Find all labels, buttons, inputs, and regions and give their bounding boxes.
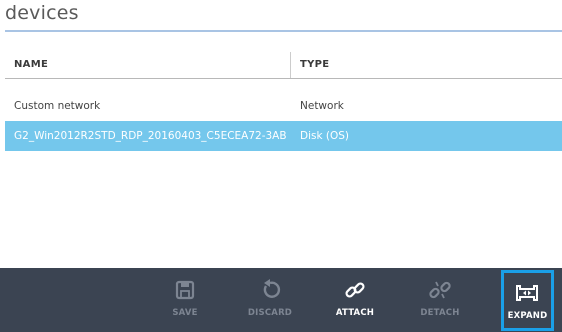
link-icon xyxy=(343,278,367,302)
discard-label: DISCARD xyxy=(247,308,293,318)
column-header-name[interactable]: NAME xyxy=(14,59,48,70)
title-divider xyxy=(5,30,562,32)
devices-page: devices NAME TYPE Custom network Network… xyxy=(0,0,562,332)
row-name-cell: G2_Win2012R2STD_RDP_20160403_C5ECEA72-3A… xyxy=(14,130,286,142)
detach-label: DETACH xyxy=(420,308,460,318)
table-header: NAME TYPE xyxy=(5,52,562,79)
page-title: devices xyxy=(5,2,79,24)
undo-icon xyxy=(258,278,282,302)
expand-icon xyxy=(515,281,539,305)
table-row-selected[interactable]: G2_Win2012R2STD_RDP_20160403_C5ECEA72-3A… xyxy=(5,121,562,151)
command-bar: SAVE DISCARD ATTACH DETACH EXPAND xyxy=(0,268,562,332)
attach-button[interactable]: ATTACH xyxy=(325,268,385,332)
discard-button[interactable]: DISCARD xyxy=(240,268,300,332)
expand-label: EXPAND xyxy=(507,311,548,321)
attach-label: ATTACH xyxy=(335,308,375,318)
save-label: SAVE xyxy=(172,308,198,318)
row-type-cell: Disk (OS) xyxy=(300,130,350,142)
devices-table: NAME TYPE Custom network Network G2_Win2… xyxy=(5,52,562,151)
row-type-cell: Network xyxy=(300,100,344,112)
save-button[interactable]: SAVE xyxy=(155,268,215,332)
broken-link-icon xyxy=(428,278,452,302)
column-divider[interactable] xyxy=(290,52,291,78)
expand-button[interactable]: EXPAND xyxy=(501,270,554,331)
row-name-cell: Custom network xyxy=(14,100,101,112)
table-row[interactable]: Custom network Network xyxy=(5,91,562,121)
detach-button[interactable]: DETACH xyxy=(410,268,470,332)
save-icon xyxy=(173,278,197,302)
column-header-type[interactable]: TYPE xyxy=(300,59,329,70)
